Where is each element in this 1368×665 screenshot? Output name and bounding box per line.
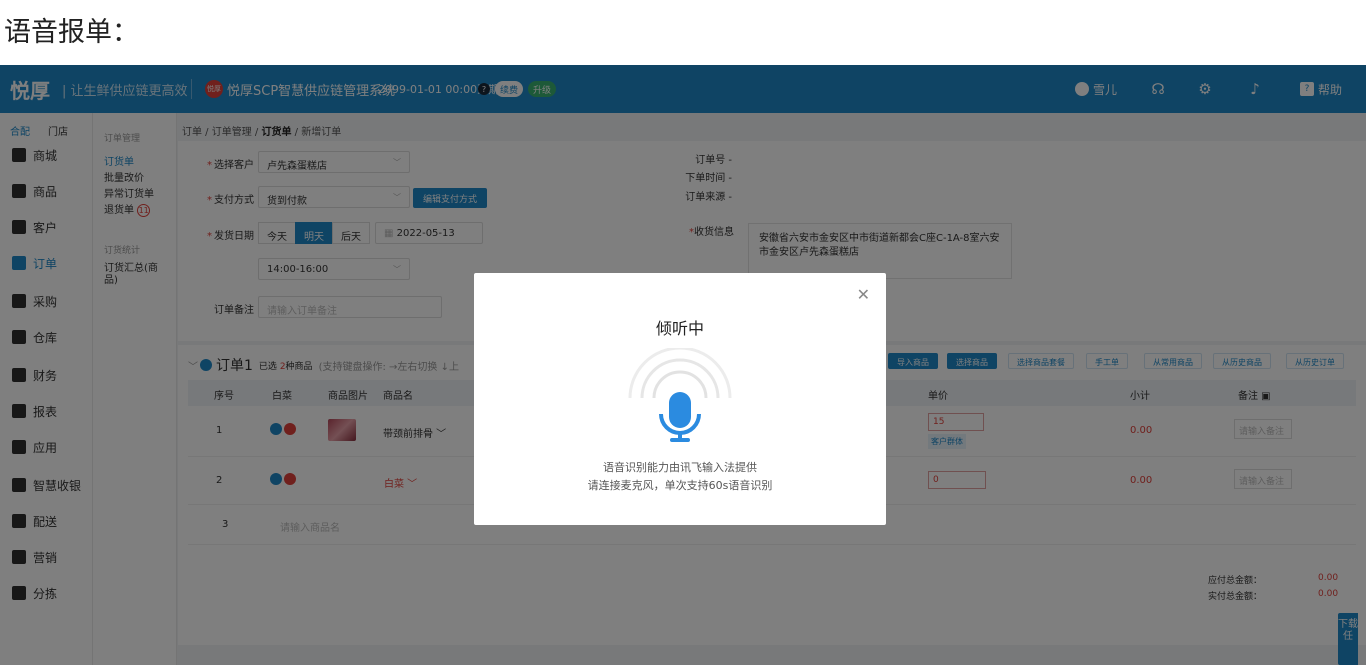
modal-title: 倾听中 — [655, 319, 704, 338]
modal-instruction-text: 请连接麦克风，单次支持60s语音识别 — [587, 479, 773, 492]
voice-modal: ✕ 倾听中 语音识别能力由讯飞输入法提供 请连接麦克风，单次支持60s语音识别 — [474, 273, 886, 525]
modal-provider-text: 语音识别能力由讯飞输入法提供 — [603, 461, 757, 474]
close-icon[interactable]: ✕ — [857, 285, 870, 304]
microphone-icon — [624, 346, 736, 448]
page-heading: 语音报单： — [4, 17, 139, 48]
